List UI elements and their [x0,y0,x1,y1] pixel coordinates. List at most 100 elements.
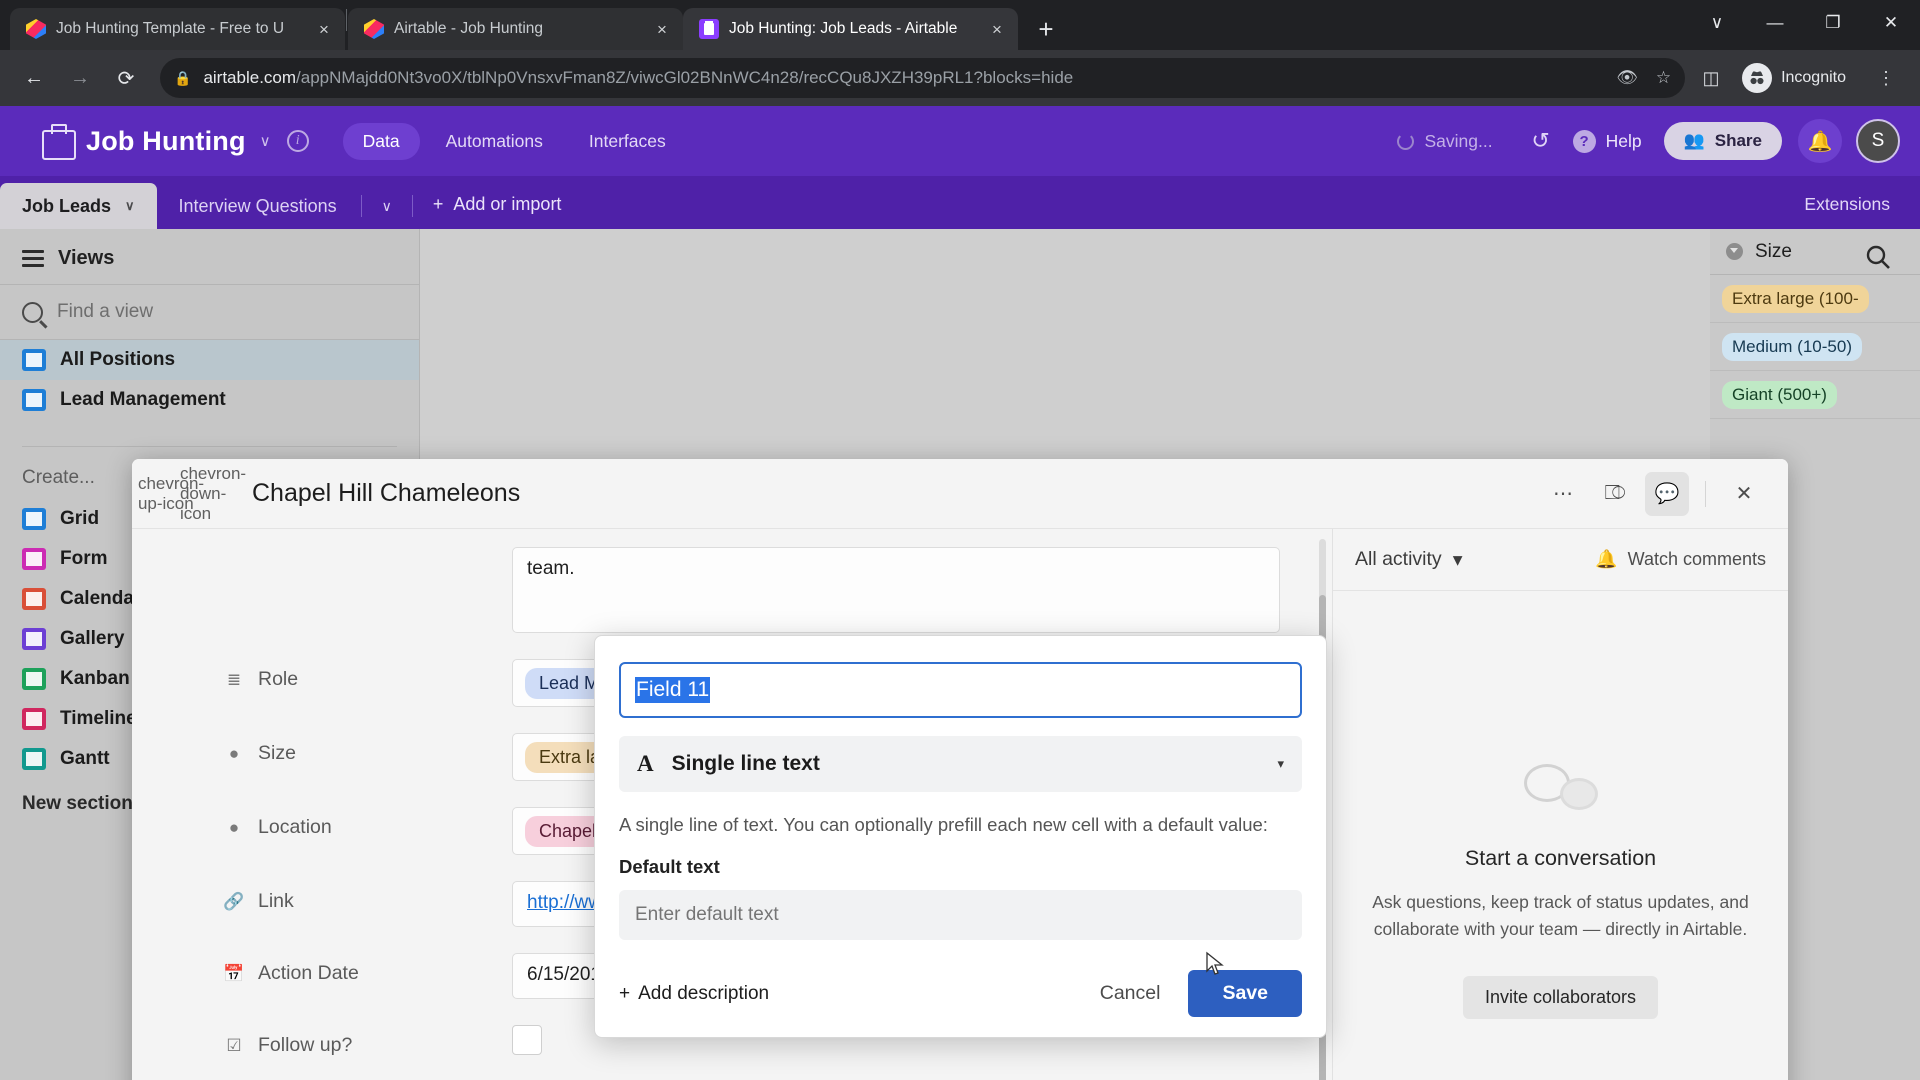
cancel-button[interactable]: Cancel [1072,982,1189,1005]
field-label-action-date[interactable]: 📅 Action Date [222,953,512,985]
field-type-select[interactable]: A Single line text ▾ [619,736,1302,792]
chevron-down-icon[interactable]: ∨ [260,132,271,150]
airtable-top-bar: Job Hunting ∨ i Data Automations Interfa… [0,106,1920,176]
saving-label: Saving... [1424,130,1493,151]
eye-slash-icon[interactable]: 👁 [1616,68,1638,88]
add-description-label: Add description [638,982,770,1004]
share-button[interactable]: 👥 Share [1663,122,1782,160]
close-icon[interactable]: × [986,18,1008,40]
grid-view-icon [22,508,46,530]
history-icon[interactable]: ↺ [1519,119,1563,163]
record-header: chevron-up-icon chevron-down-icon Chapel… [132,459,1788,529]
field-label [222,547,512,556]
ellipsis-icon[interactable]: ⋯ [1541,472,1585,516]
star-icon[interactable]: ☆ [1656,68,1671,88]
close-window-icon[interactable]: ✕ [1862,0,1920,46]
app-body: Views Find a view All Positions Lead Man… [0,229,1920,1080]
back-button[interactable]: ← [14,58,54,98]
app-nav: Data Automations Interfaces [342,122,686,160]
field-name: Role [258,668,299,690]
table-tab-interview-questions[interactable]: Interview Questions [157,183,359,229]
divider [360,195,362,217]
browser-tab-bar: Job Hunting Template - Free to U × Airta… [0,0,1920,50]
bell-icon[interactable]: 🔔 [1798,119,1842,163]
field-label-role[interactable]: ≣ Role [222,659,512,691]
divider [411,195,413,217]
field-editor-footer: + Add description Cancel Save [619,970,1302,1017]
field-type-description: A single line of text. You can optionall… [619,814,1268,835]
plus-icon: + [432,194,444,214]
field-label-size[interactable]: ● Size [222,733,512,765]
kanban-view-icon [22,668,46,690]
sidebar-item-all-positions[interactable]: All Positions [0,340,419,380]
browser-url-bar: ← → ⟳ 🔒 airtable.com/appNMajdd0Nt3vo0X/t… [0,50,1920,106]
comment-icon[interactable]: 💬 [1645,471,1689,516]
view-label: Lead Management [60,389,226,410]
sidebar-item-lead-management[interactable]: Lead Management [0,380,419,420]
copy-record-icon[interactable]: ⎄ [1593,472,1637,516]
search-icon [22,301,43,323]
minimize-icon[interactable]: — [1746,0,1804,46]
restore-icon[interactable]: ❐ [1804,0,1862,46]
nav-item-data[interactable]: Data [342,122,420,160]
table-row[interactable]: Medium (10-50) [1710,323,1920,371]
close-icon[interactable]: × [651,18,673,40]
table-list-dropdown[interactable]: ∨ [364,198,410,229]
url-domain: airtable.com [203,68,297,87]
field-editor-popup: Field 11 A Single line text ▾ A single l… [594,635,1327,1038]
three-dot-menu-icon[interactable]: ⋮ [1866,58,1906,98]
table-tab-job-leads[interactable]: Job Leads ∨ [0,183,157,229]
tab-search-icon[interactable]: ∨ [1688,0,1746,46]
help-label: Help [1605,130,1642,151]
close-icon[interactable]: ✕ [1722,472,1766,516]
info-icon[interactable]: i [286,130,309,152]
new-tab-button[interactable]: + [1028,11,1064,47]
add-description-button[interactable]: + Add description [619,983,769,1005]
airtable-favicon-icon [364,19,384,39]
airtable-favicon-icon [26,19,46,39]
browser-tab[interactable]: Airtable - Job Hunting × [348,8,683,50]
browser-tab-active[interactable]: Job Hunting: Job Leads - Airtable × [683,8,1018,50]
save-button[interactable]: Save [1188,970,1302,1017]
search-icon[interactable] [1864,243,1892,276]
table-row[interactable]: Giant (500+) [1710,371,1920,419]
incognito-icon [1742,63,1773,93]
invite-collaborators-button[interactable]: Invite collaborators [1462,975,1659,1019]
chevron-down-icon[interactable]: chevron-down-icon [180,464,246,523]
views-header[interactable]: Views [0,229,419,284]
watch-comments-label: Watch comments [1627,549,1766,569]
side-panel-icon[interactable]: ◫ [1691,58,1731,98]
nav-item-interfaces[interactable]: Interfaces [569,123,686,160]
table-row[interactable]: Extra large (100- [1710,275,1920,323]
field-label-link[interactable]: 🔗 Link [222,881,512,913]
field-name: Action Date [258,962,359,984]
field-label-follow-up[interactable]: ☑ Follow up? [222,1025,512,1057]
link-icon: 🔗 [223,891,245,911]
chevron-down-icon[interactable]: ∨ [125,198,135,214]
view-search-input[interactable]: Find a view [0,285,419,339]
forward-button[interactable]: → [60,58,100,98]
incognito-profile-button[interactable]: Incognito [1737,60,1860,96]
calendar-icon: 📅 [223,963,245,983]
reload-button[interactable]: ⟳ [106,58,146,98]
notes-field-value[interactable]: team. [512,547,1280,633]
help-button[interactable]: ? Help [1572,129,1642,153]
watch-comments-button[interactable]: 🔔 Watch comments [1595,549,1766,570]
link-text[interactable]: http://ww [527,892,602,913]
avatar[interactable]: S [1856,119,1900,163]
field-name-input[interactable]: Field 11 [619,662,1302,718]
address-bar[interactable]: 🔒 airtable.com/appNMajdd0Nt3vo0X/tblNp0V… [160,58,1686,98]
field-name: Size [258,742,296,764]
follow-up-checkbox[interactable] [512,1025,542,1055]
browser-tab[interactable]: Job Hunting Template - Free to U × [10,8,345,50]
divider [1705,480,1706,507]
add-or-import-button[interactable]: + Add or import [415,194,580,229]
cell-tag: Giant (500+) [1722,380,1837,409]
close-icon[interactable]: × [313,18,335,40]
extensions-button[interactable]: Extensions [1804,194,1890,215]
nav-item-automations[interactable]: Automations [426,123,563,160]
activity-filter-dropdown[interactable]: All activity ▾ [1355,548,1462,572]
field-label-location[interactable]: ● Location [222,807,512,839]
default-text-input[interactable]: Enter default text [619,890,1302,940]
table-tab-label: Interview Questions [178,195,337,216]
